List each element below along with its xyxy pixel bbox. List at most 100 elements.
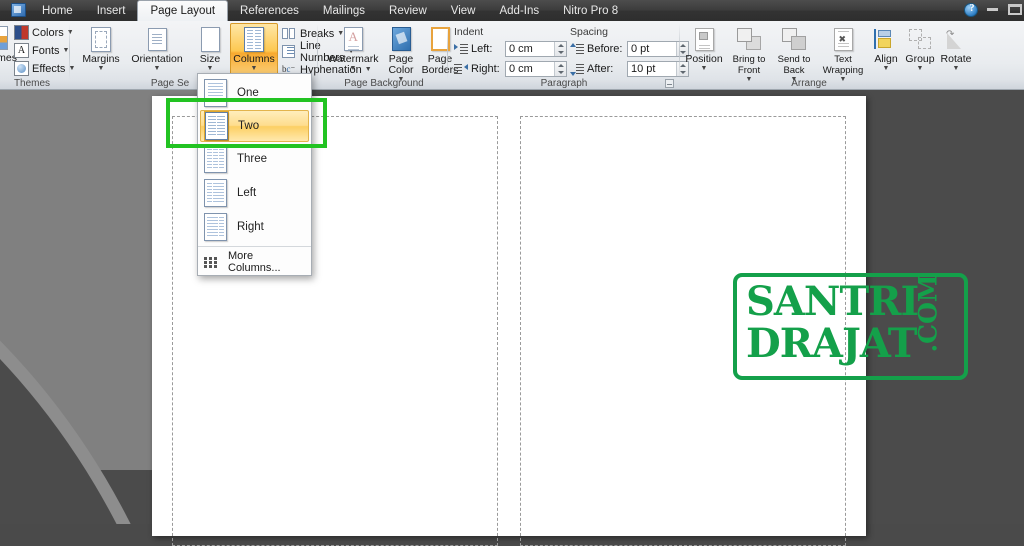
orientation-button[interactable]: Orientation ▼ [126,24,188,72]
watermark-line-1: SANTRI [746,278,919,325]
indent-right-stepper[interactable] [554,62,566,76]
maximize-icon[interactable] [1008,4,1022,15]
spacing-after-label: After: [587,63,614,75]
tab-page-layout[interactable]: Page Layout [137,0,229,21]
menu-item-two-label: Two [238,120,260,132]
position-button[interactable]: Position ▼ [682,24,726,72]
colors-icon [14,25,29,40]
ribbon: Themes Colors ▼ A Fonts ▼ Effects ▼ Them… [0,21,1024,90]
fonts-icon: A [14,43,29,58]
tab-home[interactable]: Home [30,1,85,21]
indent-left-input[interactable]: 0 cm [505,41,567,57]
rotate-icon: ↷ [938,24,974,54]
menu-item-more-columns[interactable]: More Columns... [198,249,311,275]
columns-dropdown-menu[interactable]: One Two Three Left Right More Columns... [197,73,312,276]
three-column-icon [204,145,227,173]
indent-left-icon [454,43,468,56]
tab-review[interactable]: Review [377,1,439,21]
bring-to-front-button[interactable]: Bring to Front ▼ [726,24,772,83]
menu-item-left[interactable]: Left [198,176,311,210]
margins-chevron-down-icon[interactable]: ▼ [74,65,128,72]
indent-left-value: 0 cm [509,43,533,55]
watermark-chevron-down-icon[interactable]: ▼ [324,65,382,72]
spacing-header: Spacing [570,26,608,38]
indent-right-label: Right: [471,63,500,75]
orientation-chevron-down-icon[interactable]: ▼ [126,65,188,72]
ribbon-group-paragraph: Indent Spacing Left: 0 cm Right: 0 cm Be… [448,21,689,90]
ribbon-group-themes: Themes Colors ▼ A Fonts ▼ Effects ▼ Them… [0,21,75,90]
indent-right-input[interactable]: 0 cm [505,61,567,77]
size-label: Size [199,53,221,65]
rotate-chevron-down-icon[interactable]: ▼ [938,65,974,72]
position-label: Position [685,53,723,65]
tab-mailings[interactable]: Mailings [311,1,377,21]
two-column-icon [204,111,229,141]
group-label-paragraph: Paragraph [540,78,588,89]
menu-item-three[interactable]: Three [198,142,311,176]
menu-item-two[interactable]: Two [200,110,309,142]
rotate-label: Rotate [940,53,972,65]
send-to-back-button[interactable]: Send to Back ▼ [772,24,816,83]
size-chevron-down-icon[interactable]: ▼ [190,65,230,72]
theme-fonts-button[interactable]: A Fonts ▼ [14,42,69,59]
indent-left-stepper[interactable] [554,42,566,56]
theme-effects-label: Effects [32,62,66,75]
tab-view[interactable]: View [439,1,488,21]
more-columns-icon [204,256,218,268]
send-to-back-icon [772,24,816,54]
group-label-arrange: Arrange [791,78,827,89]
columns-icon [231,24,277,54]
indent-left-row: Left: 0 cm [454,41,567,57]
group-button[interactable]: Group ▼ [902,24,938,72]
menu-item-right[interactable]: Right [198,210,311,244]
tab-insert[interactable]: Insert [85,1,138,21]
breaks-icon [282,26,297,41]
help-glyph: ? [969,3,975,14]
text-wrapping-icon: ✖ [816,24,870,54]
align-chevron-down-icon[interactable]: ▼ [870,65,902,72]
minimize-icon[interactable] [987,8,998,11]
position-chevron-down-icon[interactable]: ▼ [682,65,726,72]
align-icon [870,24,902,54]
send-to-back-label: Send to Back [777,54,811,76]
tab-references[interactable]: References [228,1,311,21]
spacing-after-row: After: 10 pt [570,61,689,77]
theme-effects-button[interactable]: Effects ▼ [14,60,75,77]
group-label-themes: Themes [13,78,51,89]
orientation-label: Orientation [131,53,183,65]
size-button[interactable]: Size ▼ [190,24,230,72]
align-button[interactable]: Align ▼ [870,24,902,72]
text-wrapping-button[interactable]: ✖ Text Wrapping ▼ [816,24,870,83]
orientation-icon [126,24,188,54]
menu-separator [198,246,311,247]
menu-item-one[interactable]: One [198,76,311,110]
word-application-window: Home Insert Page Layout References Maili… [0,0,1024,90]
margins-button[interactable]: Margins ▼ [74,24,128,72]
watermark-logo: SANTRI DRAJAT .COM [733,273,968,380]
ribbon-group-arrange: Position ▼ Bring to Front ▼ Send to Back… [680,21,971,90]
page-color-icon [382,24,420,54]
align-label: Align [874,53,898,65]
right-column-icon [204,213,227,241]
theme-colors-button[interactable]: Colors ▼ [14,24,74,41]
spacing-before-row: Before: 0 pt [570,41,689,57]
watermark-button[interactable]: A Watermark ▼ [324,24,382,72]
columns-chevron-down-icon[interactable]: ▼ [231,65,277,72]
tab-nitro-pro-8[interactable]: Nitro Pro 8 [551,1,630,21]
office-button[interactable] [8,1,29,20]
text-wrapping-label: Text Wrapping [822,54,864,76]
title-bar: Home Insert Page Layout References Maili… [0,0,1024,21]
group-label-btn: Group [905,53,935,65]
position-icon [682,24,726,54]
watermark-icon: A [324,24,382,54]
ribbon-tab-strip: Home Insert Page Layout References Maili… [30,0,630,21]
margins-label: Margins [82,53,120,65]
tab-add-ins[interactable]: Add-Ins [487,1,551,21]
rotate-button[interactable]: ↷ Rotate ▼ [938,24,974,72]
help-icon[interactable]: ? [964,3,978,17]
group-chevron-down-icon[interactable]: ▼ [902,65,938,72]
page-color-button[interactable]: Page Color ▼ [382,24,420,83]
paragraph-dialog-launcher[interactable] [665,79,674,88]
spacing-after-value: 10 pt [631,63,656,75]
group-separator-2 [317,24,318,80]
